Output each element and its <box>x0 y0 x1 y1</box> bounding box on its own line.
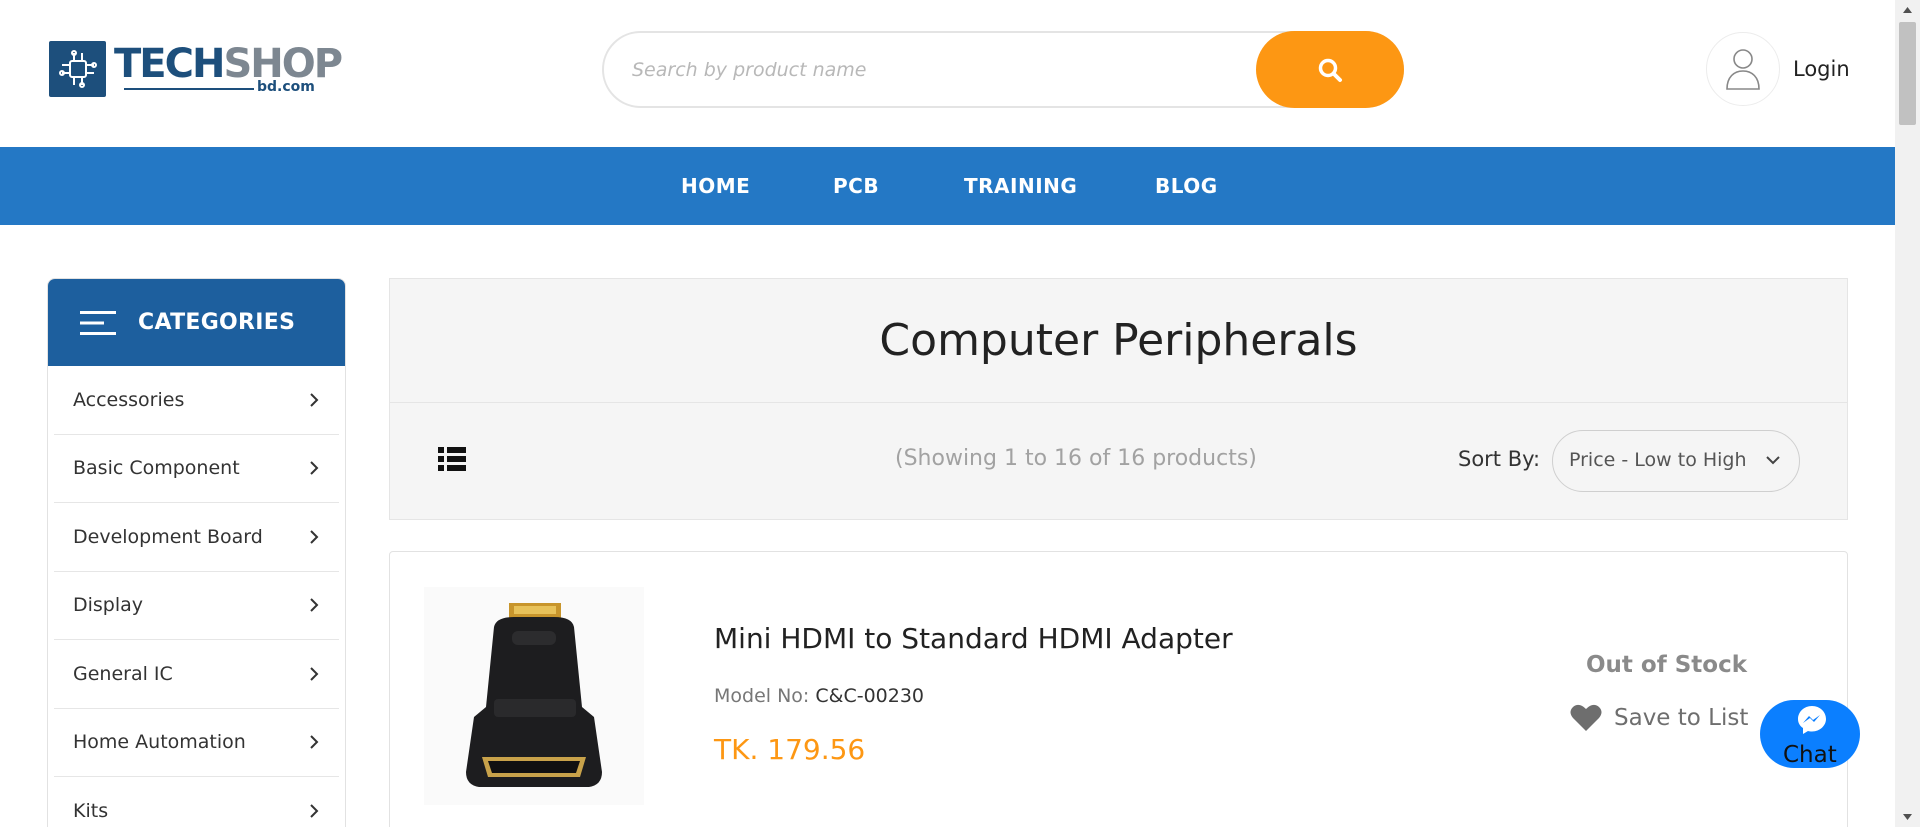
page: TECHSHOP bd.com Login <box>0 0 1920 827</box>
search-icon <box>1318 58 1342 82</box>
main-nav: HOME PCB TRAINING BLOG <box>0 147 1895 225</box>
results-count: (Showing 1 to 16 of 16 products) <box>895 446 1257 471</box>
list-view-icon[interactable] <box>438 447 466 475</box>
product-image[interactable] <box>424 587 644 805</box>
category-label: Kits <box>73 799 109 822</box>
search-bar <box>602 31 1404 108</box>
messenger-icon <box>1798 706 1826 734</box>
nav-blog[interactable]: BLOG <box>1155 147 1218 225</box>
nav-home[interactable]: HOME <box>681 147 750 225</box>
hamburger-icon <box>80 310 116 335</box>
model-value: C&C-00230 <box>815 685 925 707</box>
categories-sidebar: CATEGORIES Accessories Basic Component D… <box>47 278 346 827</box>
category-label: Home Automation <box>73 731 246 754</box>
search-input[interactable] <box>632 47 1232 92</box>
chevron-right-icon <box>310 804 319 818</box>
listing-toolbar: (Showing 1 to 16 of 16 products) Sort By… <box>389 402 1848 520</box>
scroll-down-arrow-icon[interactable] <box>1895 807 1920 827</box>
scrollbar-thumb[interactable] <box>1899 22 1916 125</box>
category-item-accessories[interactable]: Accessories <box>54 366 339 435</box>
logo-name-tech: TECH <box>114 41 225 87</box>
save-to-list-label: Save to List <box>1614 705 1749 731</box>
chevron-right-icon <box>310 667 319 681</box>
sort-select[interactable]: Price - Low to High <box>1552 430 1800 492</box>
search-button[interactable] <box>1256 31 1404 108</box>
category-label: Accessories <box>73 388 185 411</box>
messenger-chat-button[interactable]: Chat <box>1760 700 1860 768</box>
chevron-down-icon <box>1766 456 1780 465</box>
site-header: TECHSHOP bd.com Login <box>0 0 1895 147</box>
chevron-right-icon <box>310 598 319 612</box>
category-item-home-automation[interactable]: Home Automation <box>54 709 339 777</box>
site-logo[interactable]: TECHSHOP bd.com <box>49 40 343 98</box>
login-label: Login <box>1793 57 1850 81</box>
chip-icon <box>49 41 106 97</box>
chevron-right-icon <box>310 735 319 749</box>
category-item-kits[interactable]: Kits <box>54 777 339 827</box>
scroll-up-arrow-icon[interactable] <box>1895 0 1920 20</box>
nav-training[interactable]: TRAINING <box>964 147 1077 225</box>
sort-label: Sort By: <box>1458 447 1541 471</box>
product-model: Model No: C&C-00230 <box>714 685 924 707</box>
chat-label: Chat <box>1783 742 1837 768</box>
category-item-general-ic[interactable]: General IC <box>54 640 339 709</box>
logo-rule <box>124 88 254 90</box>
stock-status: Out of Stock <box>1586 652 1748 678</box>
category-item-basic-component[interactable]: Basic Component <box>54 435 339 503</box>
categories-header[interactable]: CATEGORIES <box>48 279 345 366</box>
nav-pcb[interactable]: PCB <box>833 147 879 225</box>
categories-title: CATEGORIES <box>138 310 296 335</box>
sort-value: Price - Low to High <box>1569 449 1747 471</box>
category-label: Development Board <box>73 525 263 548</box>
logo-domain: bd.com <box>257 79 315 95</box>
category-label: Basic Component <box>73 457 240 480</box>
page-scrollbar[interactable] <box>1895 0 1920 827</box>
category-label: Display <box>73 594 144 617</box>
category-label: General IC <box>73 662 173 685</box>
heart-icon <box>1570 704 1602 731</box>
chevron-right-icon <box>310 530 319 544</box>
category-title-box: Computer Peripherals <box>389 278 1848 402</box>
category-item-display[interactable]: Display <box>54 572 339 640</box>
model-label: Model No: <box>714 685 810 707</box>
product-card: Mini HDMI to Standard HDMI Adapter Model… <box>389 551 1848 827</box>
logo-wordmark: TECHSHOP bd.com <box>114 41 343 97</box>
chevron-right-icon <box>310 393 319 407</box>
category-item-development-board[interactable]: Development Board <box>54 503 339 572</box>
product-price: TK. 179.56 <box>714 733 866 766</box>
chevron-right-icon <box>310 461 319 475</box>
product-name[interactable]: Mini HDMI to Standard HDMI Adapter <box>714 622 1233 655</box>
login-link[interactable]: Login <box>1706 32 1850 106</box>
user-icon <box>1706 32 1780 106</box>
save-to-list-button[interactable]: Save to List <box>1570 704 1748 732</box>
page-title: Computer Peripherals <box>879 315 1358 366</box>
